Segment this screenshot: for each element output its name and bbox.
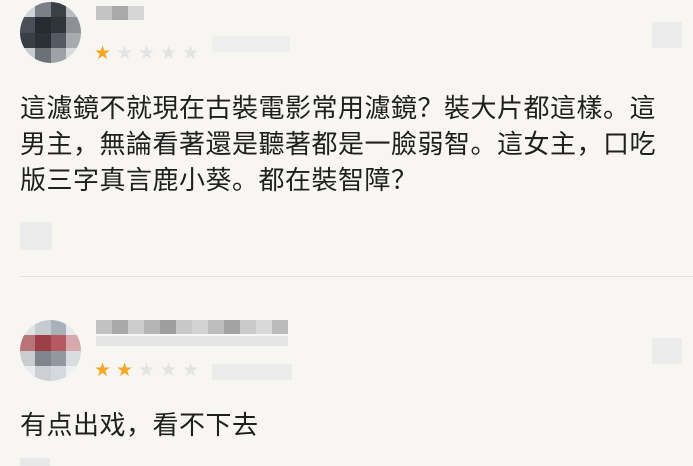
- username[interactable]: [96, 6, 144, 20]
- star-empty-icon: ★: [159, 359, 178, 381]
- star-empty-icon: ★: [159, 42, 178, 64]
- username-extra: [96, 336, 288, 346]
- star-empty-icon: ★: [115, 42, 134, 64]
- more-options-icon[interactable]: [652, 338, 682, 364]
- star-empty-icon: ★: [181, 42, 200, 64]
- star-rating: ★ ★ ★ ★ ★: [93, 361, 200, 380]
- star-filled-icon: ★: [115, 359, 134, 381]
- divider: [20, 276, 693, 277]
- star-filled-icon: ★: [93, 42, 112, 64]
- more-options-icon[interactable]: [652, 22, 682, 48]
- star-empty-icon: ★: [137, 42, 156, 64]
- star-rating: ★ ★ ★ ★ ★: [93, 44, 200, 63]
- review-date: [212, 364, 292, 380]
- review-date: [212, 36, 290, 52]
- username[interactable]: [96, 320, 288, 334]
- review-text: 這濾鏡不就現在古裝電影常用濾鏡？裝大片都這樣。這男主，無論看著還是聽著都是一臉弱…: [20, 94, 657, 196]
- avatar[interactable]: [20, 320, 81, 381]
- star-empty-icon: ★: [137, 359, 156, 381]
- like-icon[interactable]: [20, 458, 50, 466]
- like-icon[interactable]: [20, 222, 52, 250]
- review-text: 有点出戏，看不下去: [20, 411, 259, 441]
- star-empty-icon: ★: [181, 359, 200, 381]
- star-filled-icon: ★: [93, 359, 112, 381]
- avatar[interactable]: [20, 2, 81, 63]
